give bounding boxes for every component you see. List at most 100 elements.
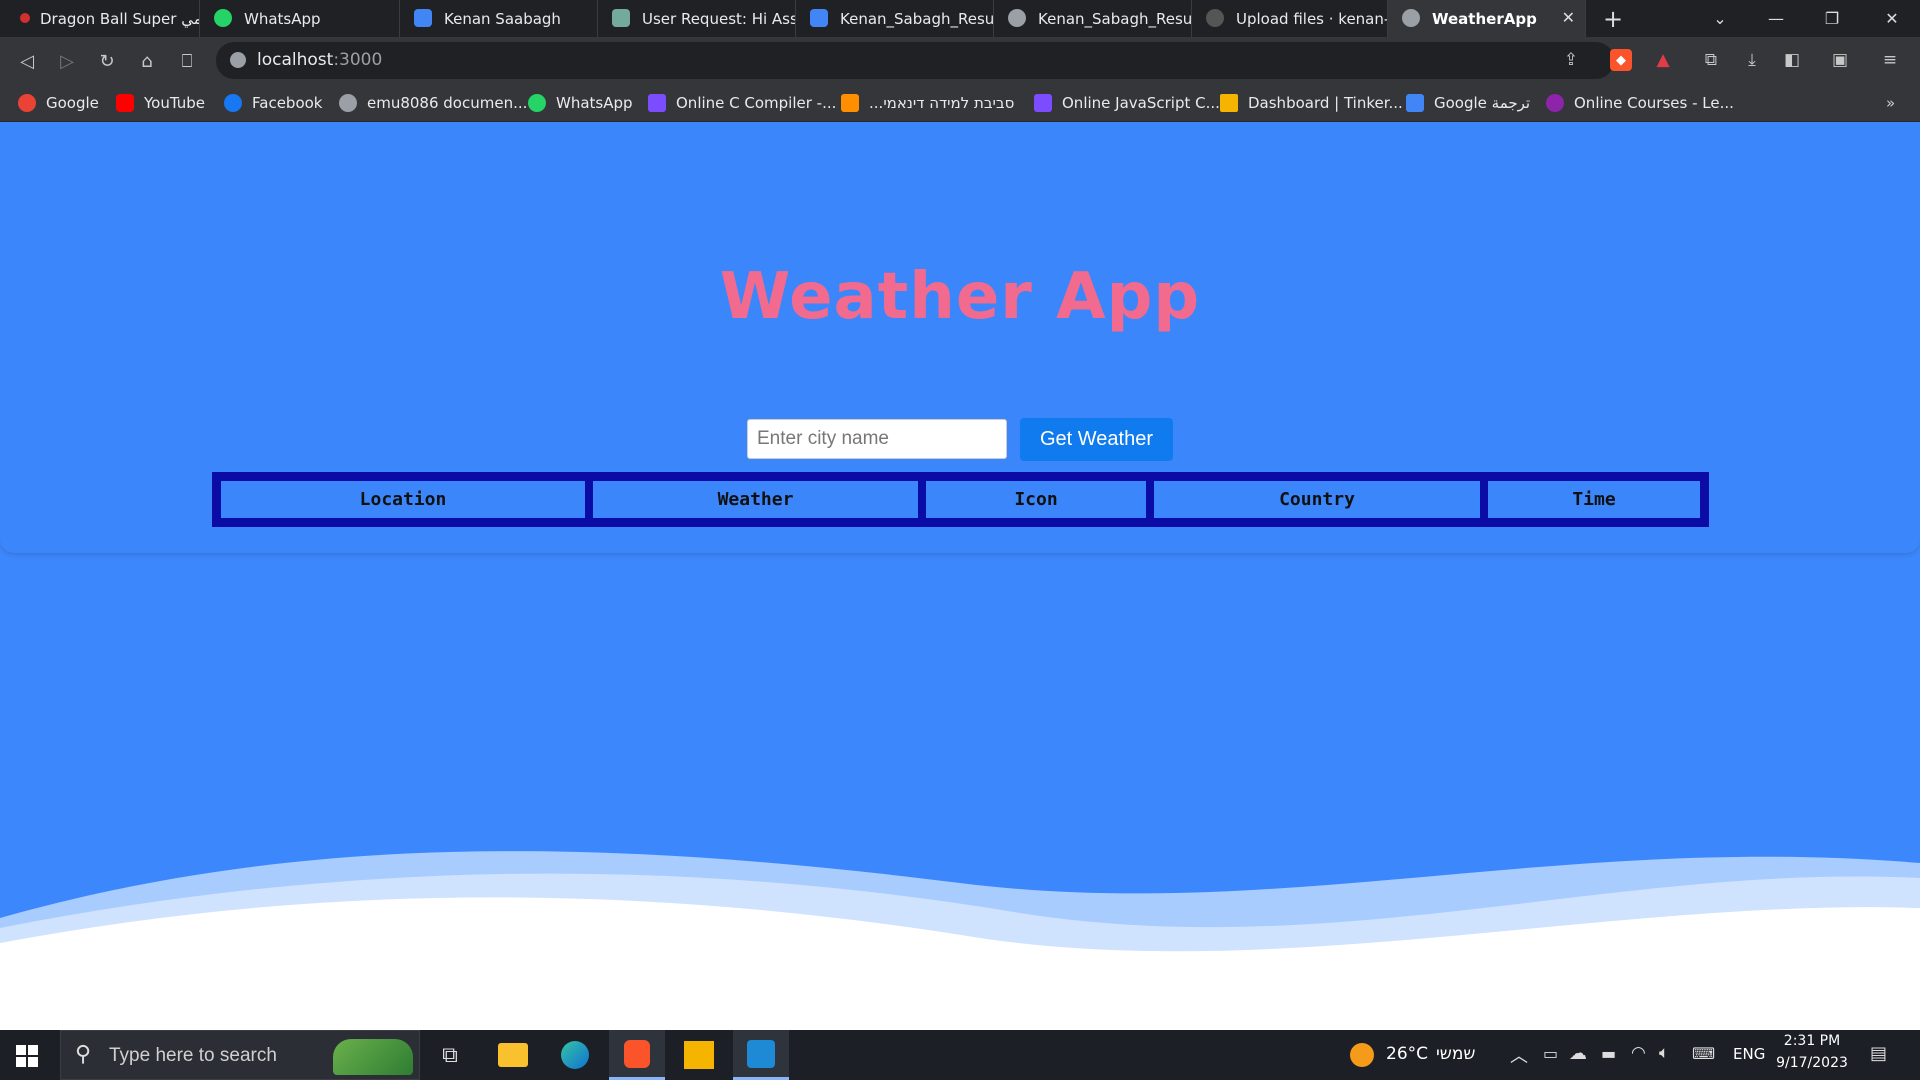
sun-weather-icon[interactable] <box>1350 1043 1374 1067</box>
close-window-button[interactable]: ✕ <box>1864 0 1920 37</box>
folder-icon <box>498 1043 528 1067</box>
taskbar-search-box[interactable]: ⚲ Type here to search <box>60 1030 420 1080</box>
udemy-icon <box>1546 94 1564 112</box>
bookmark-online-c[interactable]: Online C Compiler -... <box>648 84 836 122</box>
bookmark-label: WhatsApp <box>556 94 633 112</box>
tinkercad-icon <box>1220 94 1238 112</box>
close-tab-icon[interactable]: ✕ <box>1562 8 1575 27</box>
notification-icon[interactable]: ▤ <box>1870 1043 1887 1064</box>
bookmark-google[interactable]: Google <box>18 84 99 122</box>
tab-github-upload[interactable]: Upload files · kenan-sa <box>1192 0 1388 37</box>
tab-resume-doc[interactable]: Kenan_Sabagh_Resume <box>796 0 994 37</box>
menu-icon[interactable]: ≡ <box>1879 49 1901 71</box>
bookmark-label: Online Courses - Le... <box>1574 94 1734 112</box>
bookmark-learning-env[interactable]: ...סביבת למידה דינאמי <box>841 84 1014 122</box>
bookmark-online-courses[interactable]: Online Courses - Le... <box>1546 84 1734 122</box>
task-view-icon[interactable]: ⧉ <box>422 1030 478 1080</box>
bookmark-google-translate[interactable]: Google ترجمة <box>1406 84 1530 122</box>
column-header-time: Time <box>1484 477 1704 522</box>
lightning-icon <box>648 94 666 112</box>
bookmark-label: YouTube <box>144 94 205 112</box>
file-explorer-icon[interactable] <box>485 1030 541 1080</box>
tab-label: Upload files · kenan-sa <box>1236 9 1388 28</box>
wifi-icon[interactable]: ◠ <box>1631 1043 1646 1063</box>
clock-date[interactable]: 9/17/2023 <box>1772 1055 1852 1071</box>
tab-label: Kenan_Sabagh_Resume <box>840 9 994 28</box>
new-tab-button[interactable]: + <box>1586 0 1640 37</box>
more-bookmarks-chevron-icon[interactable]: » <box>1886 84 1895 122</box>
windows-taskbar: ⚲ Type here to search ⧉ 26°C שמשי ︿ ▭ ☁ … <box>0 1030 1920 1080</box>
bookmark-label: emu8086 documen... <box>367 94 528 112</box>
weather-description[interactable]: שמשי <box>1436 1044 1475 1064</box>
bookmark-online-js[interactable]: Online JavaScript C... <box>1034 84 1220 122</box>
page-content: Weather App Get Weather Location Weather… <box>0 123 1920 1030</box>
brave-browser-icon[interactable] <box>609 1030 665 1080</box>
language-indicator[interactable]: ENG <box>1733 1045 1765 1063</box>
tab-resume-web[interactable]: Kenan_Sabagh_Resume <box>994 0 1192 37</box>
chatgpt-icon <box>612 9 630 27</box>
search-icon: ⚲ <box>75 1042 92 1067</box>
bookmark-facebook[interactable]: Facebook <box>224 84 322 122</box>
document-icon <box>414 9 432 27</box>
city-input[interactable] <box>747 419 1007 459</box>
keyboard-icon[interactable]: ⌨ <box>1692 1044 1715 1063</box>
globe-icon <box>1402 9 1420 27</box>
bookmark-label: Online JavaScript C... <box>1062 94 1220 112</box>
get-weather-button[interactable]: Get Weather <box>1020 418 1173 461</box>
whatsapp-icon <box>214 9 232 27</box>
column-header-weather: Weather <box>589 477 922 522</box>
bookmark-icon[interactable]: ⎕ <box>175 49 199 73</box>
bookmark-label: Google <box>46 94 99 112</box>
vscode-icon[interactable] <box>733 1030 789 1080</box>
app-icon[interactable] <box>671 1030 727 1080</box>
chevron-up-icon[interactable]: ︿ <box>1510 1042 1528 1068</box>
bookmark-youtube[interactable]: YouTube <box>116 84 205 122</box>
bookmark-emu8086[interactable]: emu8086 documen... <box>339 84 527 122</box>
tab-whatsapp[interactable]: WhatsApp <box>200 0 400 37</box>
tab-dragon-ball[interactable]: Dragon Ball Super أنمي <box>0 0 200 37</box>
brave-shields-icon[interactable]: ◆ <box>1610 49 1632 71</box>
brave-rewards-icon[interactable]: ▲ <box>1652 49 1674 71</box>
tab-search-chevron-icon[interactable]: ⌄ <box>1692 0 1748 37</box>
maximize-button[interactable]: ❐ <box>1804 0 1860 37</box>
bookmark-label: ...סביבת למידה דינאמי <box>869 94 1015 112</box>
reload-icon[interactable]: ↻ <box>95 49 119 73</box>
search-placeholder: Type here to search <box>109 1045 277 1066</box>
code-icon <box>1034 94 1052 112</box>
tab-label: Kenan Saabagh <box>444 9 561 28</box>
vscode-logo-icon <box>747 1039 775 1068</box>
share-icon[interactable]: ⇪ <box>1560 49 1582 71</box>
speaker-icon[interactable]: 🔈︎ <box>1659 1043 1669 1063</box>
page-title: Weather App <box>719 260 1201 334</box>
wallet-icon[interactable]: ▣ <box>1829 49 1851 71</box>
google-docs-icon <box>810 9 828 27</box>
tab-weatherapp[interactable]: WeatherApp ✕ <box>1388 0 1586 37</box>
download-icon[interactable]: ⤓ <box>1741 49 1763 71</box>
minimize-button[interactable]: — <box>1748 0 1804 37</box>
battery-icon[interactable]: ▬ <box>1601 1044 1616 1063</box>
forward-icon[interactable]: ▷ <box>55 49 79 73</box>
url-host: localhost <box>257 50 334 70</box>
bookmark-tinkercad[interactable]: Dashboard | Tinker... <box>1220 84 1403 122</box>
home-icon[interactable]: ⌂ <box>135 49 159 73</box>
tab-kenan-saabagh[interactable]: Kenan Saabagh <box>400 0 598 37</box>
meet-icon[interactable]: ▭ <box>1543 1044 1558 1063</box>
site-info-icon[interactable] <box>230 52 246 68</box>
back-icon[interactable]: ◁ <box>15 49 39 73</box>
weather-table-header: Location Weather Icon Country Time <box>212 472 1709 527</box>
tab-label: WeatherApp <box>1432 9 1537 28</box>
sidebar-icon[interactable]: ◧ <box>1781 49 1803 71</box>
edge-icon[interactable] <box>547 1030 603 1080</box>
tab-label: WhatsApp <box>244 9 321 28</box>
tab-favicon-icon <box>20 13 30 23</box>
onedrive-cloud-icon[interactable]: ☁ <box>1569 1043 1587 1064</box>
address-bar[interactable]: localhost:3000 <box>216 42 1614 79</box>
tab-chatgpt[interactable]: User Request: Hi Assist <box>598 0 796 37</box>
url-text: localhost:3000 <box>257 50 382 70</box>
windows-start-icon[interactable] <box>16 1045 38 1067</box>
clock-time[interactable]: 2:31 PM <box>1777 1033 1847 1049</box>
weather-temperature[interactable]: 26°C <box>1386 1044 1428 1064</box>
extensions-icon[interactable]: ⧉ <box>1700 49 1722 71</box>
bookmark-whatsapp[interactable]: WhatsApp <box>528 84 633 122</box>
column-header-location: Location <box>217 477 589 522</box>
